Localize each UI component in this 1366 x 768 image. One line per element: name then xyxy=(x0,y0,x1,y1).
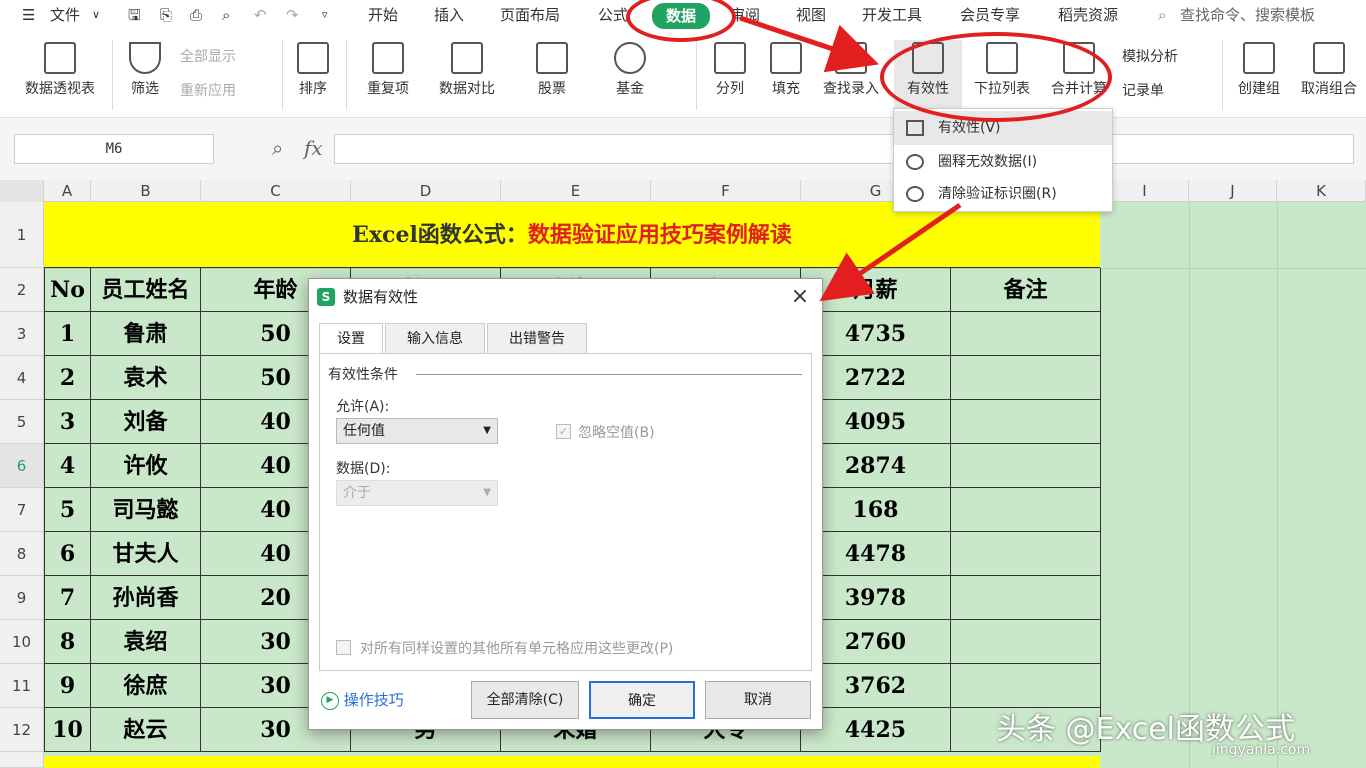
annotation-arrow xyxy=(819,202,962,302)
annotation-arrows xyxy=(739,15,962,302)
annotation-arrow xyxy=(739,15,879,73)
watermark-site: jingyanla.com xyxy=(1212,742,1311,758)
